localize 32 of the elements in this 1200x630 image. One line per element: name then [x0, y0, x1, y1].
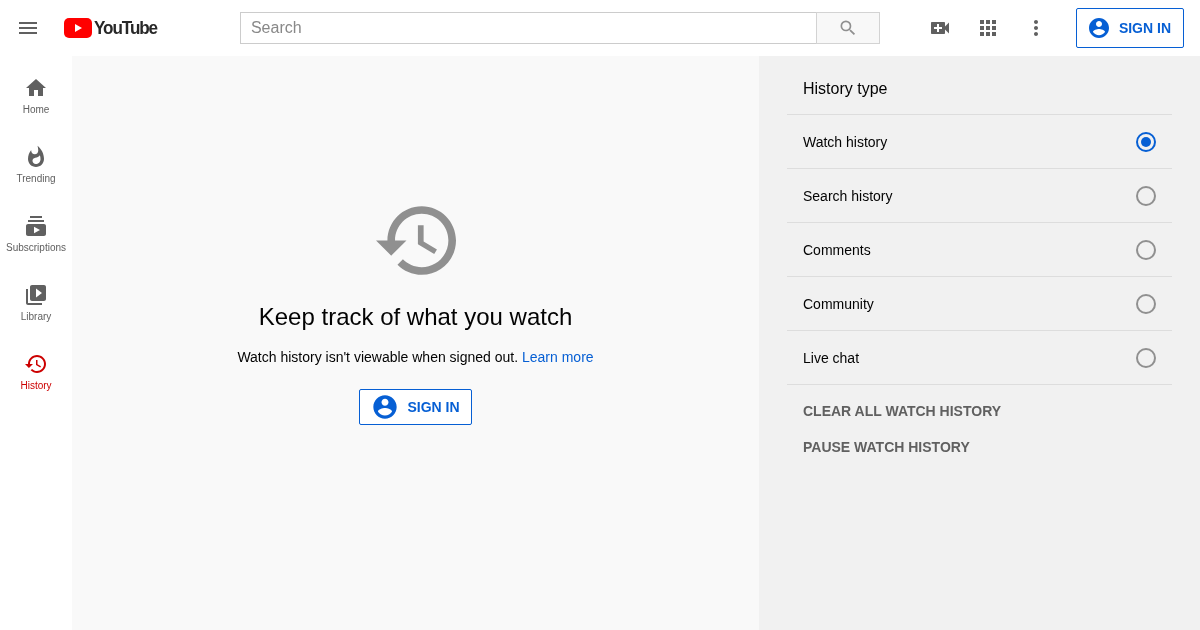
history-type-option[interactable]: Community	[787, 276, 1172, 330]
search-field[interactable]: Search	[239, 12, 816, 44]
history-type-option[interactable]: Comments	[787, 222, 1172, 276]
account-icon	[1086, 16, 1111, 40]
sidebar-item[interactable]: Home	[0, 60, 72, 129]
radio-button[interactable]	[1136, 131, 1156, 152]
sidebar-item[interactable]: Library	[0, 267, 72, 336]
play-icon	[64, 18, 92, 38]
sidebar-item[interactable]: History	[0, 336, 72, 405]
account-icon	[371, 393, 400, 421]
history-type-option[interactable]: Live chat	[787, 330, 1172, 384]
history-action-button[interactable]: PAUSE WATCH HISTORY	[787, 431, 986, 463]
stacked-play-icon	[24, 214, 48, 238]
history-type-option[interactable]: Search history	[787, 168, 1172, 222]
play-library-icon	[24, 283, 48, 307]
radio-button[interactable]	[1136, 293, 1156, 314]
empty-state-message: Watch history isn't viewable when signed out.	[237, 349, 519, 365]
history-type-option[interactable]: Watch history	[787, 114, 1172, 168]
radio-button[interactable]	[1136, 185, 1156, 206]
radio-button[interactable]	[1136, 347, 1156, 368]
radio-button[interactable]	[1136, 239, 1156, 260]
sidebar-item[interactable]: Subscriptions	[0, 198, 72, 267]
logo-text[interactable]: YouTube	[94, 17, 158, 39]
learn-more-link[interactable]: Learn more	[522, 349, 594, 365]
sign-in-button[interactable]: SIGN IN	[1075, 8, 1184, 48]
empty-state-title: Keep track of what you watch	[258, 303, 573, 331]
sign-in-button[interactable]: SIGN IN	[359, 389, 472, 425]
history-action-button[interactable]: CLEAR ALL WATCH HISTORY	[787, 395, 1018, 427]
panel-title: History type	[802, 79, 889, 99]
history-icon	[375, 206, 456, 275]
history-icon	[24, 352, 48, 376]
sidebar-item[interactable]: Trending	[0, 129, 72, 198]
